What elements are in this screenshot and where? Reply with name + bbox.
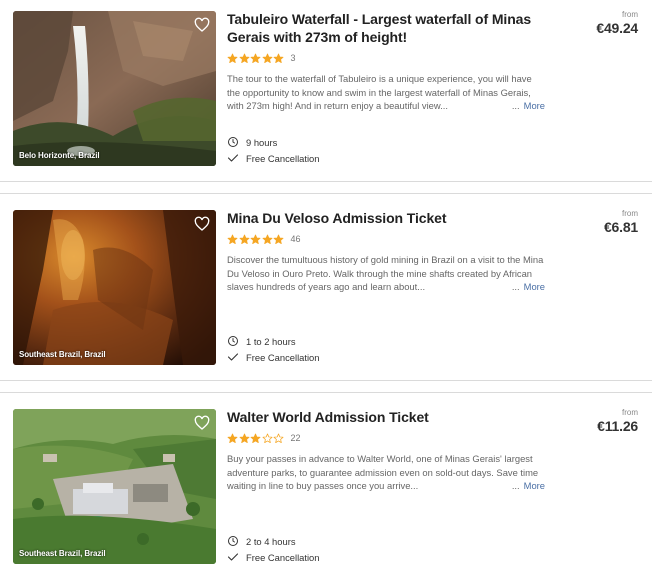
location-label: Belo Horizonte, Brazil	[19, 151, 100, 160]
activity-title[interactable]: Mina Du Veloso Admission Ticket	[227, 209, 547, 227]
price-from-label: from	[622, 408, 638, 417]
activity-title[interactable]: Walter World Admission Ticket	[227, 408, 547, 426]
description-text: Buy your passes in advance to Walter Wor…	[227, 453, 539, 492]
activity-info: Tabuleiro Waterfall - Largest waterfall …	[227, 10, 547, 113]
divider	[0, 392, 652, 393]
activity-list: Belo Horizonte, Brazil Tabuleiro Waterfa…	[0, 0, 652, 576]
rating: 46	[227, 233, 547, 245]
more-link[interactable]: More	[524, 480, 545, 491]
star-filled-icon	[273, 234, 284, 244]
cancellation-text: Free Cancellation	[246, 551, 320, 563]
star-empty-icon	[273, 433, 284, 443]
star-filled-icon	[262, 53, 272, 63]
rating: 3	[227, 52, 547, 64]
price-from-label: from	[622, 209, 638, 218]
cancellation-text: Free Cancellation	[246, 152, 320, 164]
divider	[0, 380, 652, 381]
star-empty-icon	[262, 433, 272, 443]
activity-meta: 1 to 2 hours Free Cancellation	[227, 333, 427, 365]
divider	[0, 181, 652, 182]
cancellation-row: Free Cancellation	[227, 349, 427, 365]
clock-icon	[228, 536, 238, 546]
activity-thumbnail[interactable]: Southeast Brazil, Brazil	[13, 409, 216, 564]
star-filled-icon	[239, 433, 249, 443]
star-filled-icon	[250, 234, 261, 244]
star-filled-icon	[262, 234, 272, 244]
star-filled-icon	[250, 433, 261, 443]
clock-icon	[228, 137, 238, 147]
duration-row: 2 to 4 hours	[227, 533, 427, 549]
star-filled-icon	[273, 53, 284, 63]
more-link-wrap: ... More	[507, 280, 545, 294]
location-label: Southeast Brazil, Brazil	[19, 549, 106, 558]
price: €6.81	[603, 219, 638, 235]
rating: 22	[227, 432, 547, 444]
clock-icon	[228, 336, 238, 346]
activity-description: The tour to the waterfall of Tabuleiro i…	[227, 72, 545, 113]
heart-icon[interactable]	[194, 17, 210, 33]
price: €11.26	[597, 418, 638, 434]
duration-row: 9 hours	[227, 134, 427, 150]
activity-info: Walter World Admission Ticket 22 Buy you…	[227, 408, 547, 493]
duration-row: 1 to 2 hours	[227, 333, 427, 349]
activity-info: Mina Du Veloso Admission Ticket 46 Disco…	[227, 209, 547, 294]
activity-title[interactable]: Tabuleiro Waterfall - Largest waterfall …	[227, 10, 547, 46]
price-box: from €6.81	[604, 209, 638, 235]
star-filled-icon	[250, 53, 261, 63]
description-text: The tour to the waterfall of Tabuleiro i…	[227, 73, 532, 112]
more-link-wrap: ... More	[507, 479, 545, 493]
divider	[0, 193, 652, 194]
check-icon	[227, 353, 239, 361]
star-filled-icon	[239, 234, 249, 244]
mine-photo	[13, 210, 216, 365]
park-photo	[13, 409, 216, 564]
cancellation-row: Free Cancellation	[227, 150, 427, 166]
activity-card[interactable]: Belo Horizonte, Brazil Tabuleiro Waterfa…	[0, 0, 652, 182]
more-link[interactable]: More	[524, 100, 545, 111]
cancellation-text: Free Cancellation	[246, 351, 320, 363]
duration-text: 9 hours	[246, 136, 278, 148]
description-text: Discover the tumultuous history of gold …	[227, 254, 544, 293]
price: €49.24	[596, 20, 638, 36]
review-count: 46	[290, 234, 301, 244]
star-rating	[227, 53, 285, 64]
price-box: from €11.26	[597, 408, 638, 434]
activity-card[interactable]: Southeast Brazil, Brazil Mina Du Veloso …	[0, 199, 652, 381]
more-link-wrap: ... More	[507, 99, 545, 113]
check-icon	[227, 154, 239, 162]
star-filled-icon	[227, 234, 238, 244]
price-box: from €49.24	[596, 10, 638, 36]
review-count: 22	[290, 433, 301, 443]
location-label: Southeast Brazil, Brazil	[19, 350, 106, 359]
star-filled-icon	[227, 53, 238, 63]
activity-thumbnail[interactable]: Belo Horizonte, Brazil	[13, 11, 216, 166]
activity-card[interactable]: Southeast Brazil, Brazil Walter World Ad…	[0, 398, 652, 576]
star-rating	[227, 234, 285, 245]
star-rating	[227, 433, 285, 444]
star-filled-icon	[239, 53, 249, 63]
activity-meta: 2 to 4 hours Free Cancellation	[227, 533, 427, 565]
waterfall-photo	[13, 11, 216, 166]
heart-icon[interactable]	[194, 216, 210, 232]
star-filled-icon	[227, 433, 238, 443]
activity-meta: 9 hours Free Cancellation	[227, 134, 427, 166]
price-from-label: from	[622, 10, 638, 19]
heart-icon[interactable]	[194, 415, 210, 431]
check-icon	[227, 553, 239, 561]
duration-text: 2 to 4 hours	[246, 535, 296, 547]
more-link[interactable]: More	[524, 281, 545, 292]
activity-description: Discover the tumultuous history of gold …	[227, 253, 545, 294]
activity-description: Buy your passes in advance to Walter Wor…	[227, 452, 545, 493]
activity-thumbnail[interactable]: Southeast Brazil, Brazil	[13, 210, 216, 365]
duration-text: 1 to 2 hours	[246, 335, 296, 347]
review-count: 3	[290, 53, 296, 63]
cancellation-row: Free Cancellation	[227, 549, 427, 565]
